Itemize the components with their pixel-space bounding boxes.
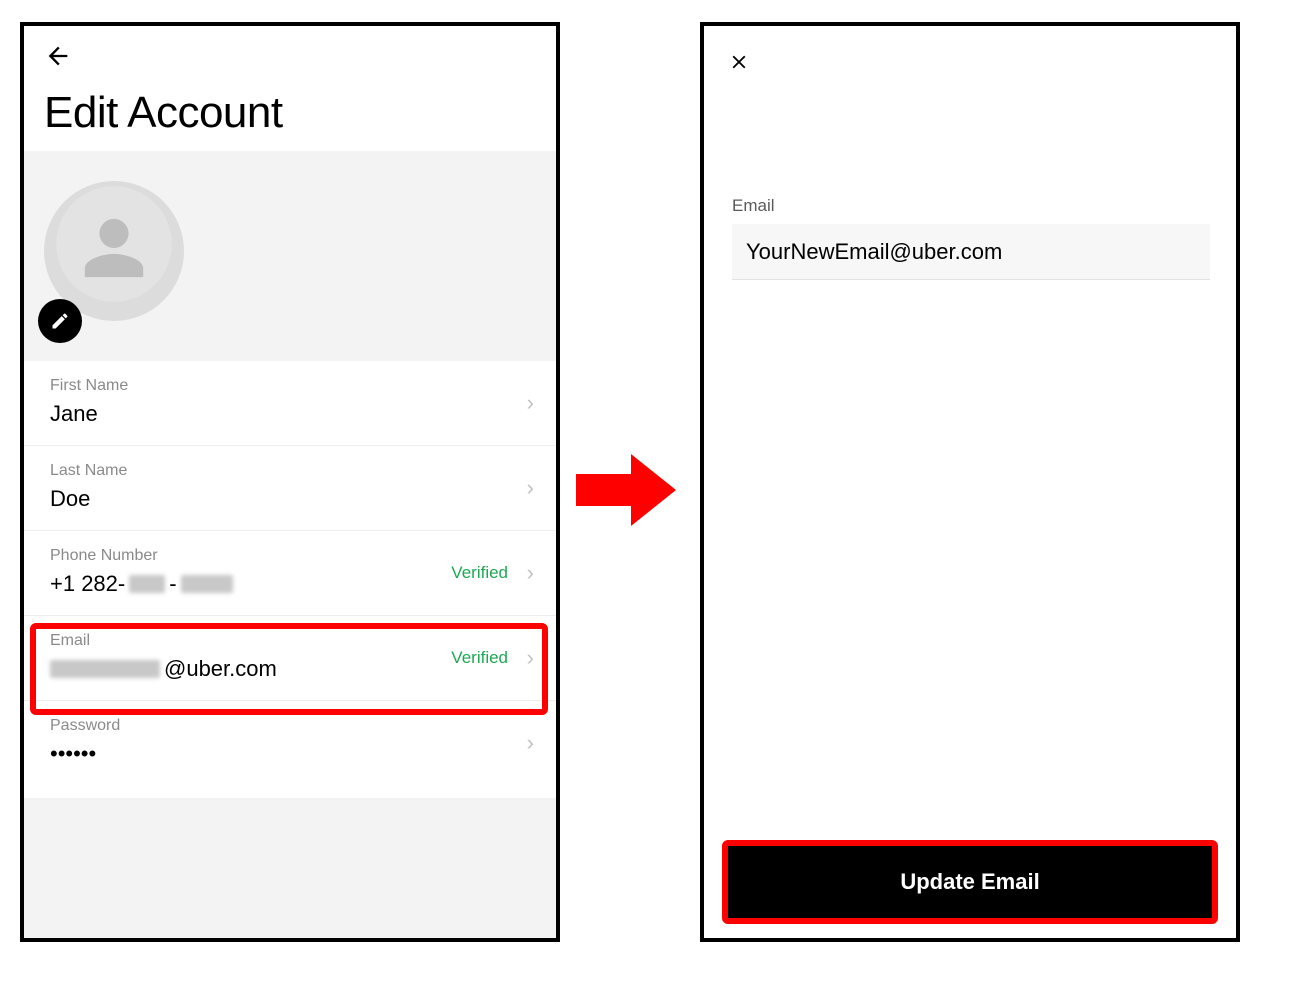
chevron-right-icon: ›: [527, 645, 534, 671]
avatar-section: [24, 151, 556, 361]
password-label: Password: [50, 717, 530, 735]
bottom-filler: [24, 798, 556, 938]
email-field-label: Email: [732, 196, 775, 216]
first-name-row[interactable]: First Name Jane ›: [24, 361, 556, 446]
phone-dash: -: [169, 571, 176, 597]
chevron-right-icon: ›: [527, 390, 534, 416]
edit-account-screen: Edit Account First Name Jane › Last Name…: [20, 22, 560, 942]
update-email-screen: Email Update Email: [700, 22, 1240, 942]
highlight-box: Update Email: [722, 840, 1218, 924]
edit-avatar-button[interactable]: [38, 299, 82, 343]
redacted-text: [129, 575, 165, 593]
chevron-right-icon: ›: [527, 560, 534, 586]
chevron-right-icon: ›: [527, 730, 534, 756]
phone-row[interactable]: Phone Number +1 282- - Verified ›: [24, 531, 556, 616]
email-verified-badge: Verified: [451, 648, 508, 668]
back-arrow-icon[interactable]: [44, 42, 72, 78]
last-name-label: Last Name: [50, 462, 530, 480]
first-name-label: First Name: [50, 377, 530, 395]
phone-prefix: +1 282-: [50, 571, 125, 597]
phone-verified-badge: Verified: [451, 563, 508, 583]
email-suffix: @uber.com: [164, 656, 277, 682]
close-icon[interactable]: [728, 48, 750, 80]
chevron-right-icon: ›: [527, 475, 534, 501]
password-value: ••••••: [50, 741, 530, 767]
email-row[interactable]: Email @uber.com Verified ›: [24, 616, 556, 701]
fields-list: First Name Jane › Last Name Doe › Phone …: [24, 361, 556, 785]
first-name-value: Jane: [50, 401, 530, 427]
pencil-icon: [50, 311, 70, 331]
email-field[interactable]: [732, 224, 1210, 280]
last-name-row[interactable]: Last Name Doe ›: [24, 446, 556, 531]
password-row[interactable]: Password •••••• ›: [24, 701, 556, 785]
update-email-button[interactable]: Update Email: [728, 846, 1212, 918]
redacted-text: [181, 575, 233, 593]
page-title: Edit Account: [44, 88, 283, 138]
flow-arrow-icon: [576, 450, 676, 530]
redacted-text: [50, 660, 160, 678]
last-name-value: Doe: [50, 486, 530, 512]
